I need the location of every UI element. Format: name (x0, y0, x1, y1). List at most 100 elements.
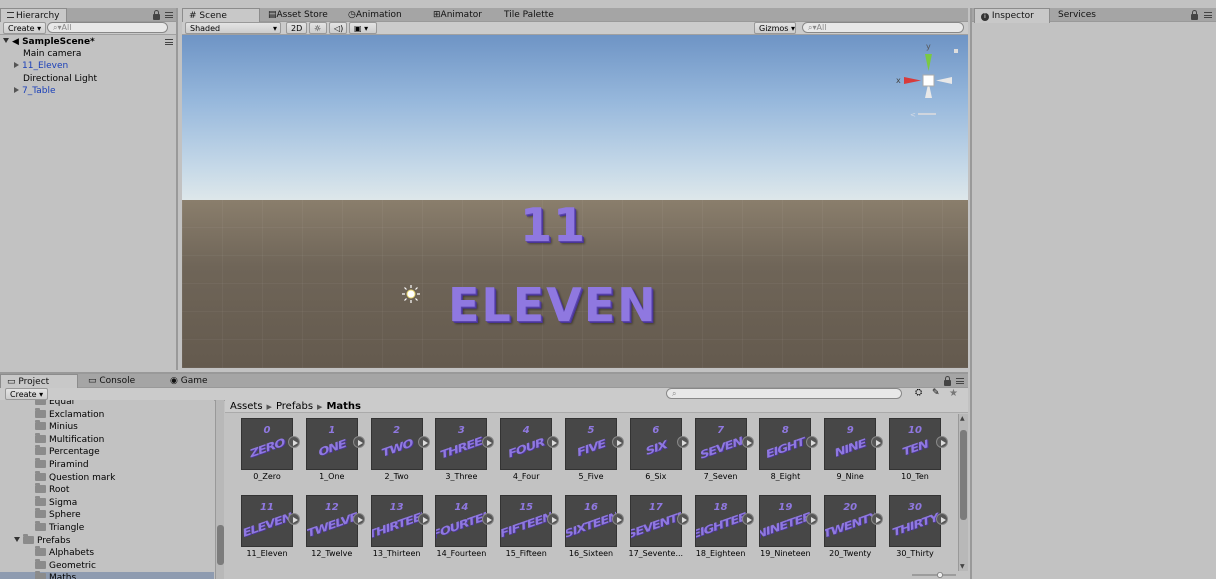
prefab-asset[interactable]: 0 ZERO 0_Zero (225, 414, 300, 481)
hierarchy-search-input[interactable]: ⌕▾All (47, 22, 168, 33)
folder-item[interactable]: Triangle (0, 521, 214, 535)
breadcrumb-separator-icon: ▶ (266, 403, 272, 411)
hierarchy-item[interactable]: Directional Light (0, 73, 176, 85)
scrollbar-thumb[interactable] (960, 430, 967, 520)
orientation-gizmo[interactable]: y x < (894, 40, 960, 122)
expand-arrow-icon[interactable] (14, 87, 19, 94)
thumbnail-word: SIX (645, 437, 667, 459)
scene-viewport[interactable]: 11 ELEVEN y x < (182, 35, 968, 368)
hierarchy-item[interactable]: 11_Eleven (0, 60, 176, 72)
prefab-asset[interactable]: 3 THREE 3_Three (419, 414, 495, 481)
prefab-asset[interactable]: 7 SEVEN 7_Seven (679, 414, 754, 481)
prefab-asset[interactable]: 2 TWO 2_Two (355, 414, 430, 481)
tab-project[interactable]: ▭ Project (0, 374, 78, 389)
breadcrumb-prefabs[interactable]: Prefabs (276, 401, 313, 412)
play-preview-icon[interactable] (936, 513, 948, 525)
breadcrumb-maths[interactable]: Maths (326, 401, 361, 412)
expand-arrow-icon[interactable] (14, 62, 19, 69)
lock-icon[interactable] (944, 376, 951, 386)
folder-item[interactable]: Alphabets (0, 546, 214, 560)
tab-tile-palette[interactable]: Tile Palette (498, 8, 560, 22)
tab-services[interactable]: Services (1052, 8, 1102, 22)
scroll-down-icon[interactable]: ▼ (960, 563, 965, 570)
scene-object-number[interactable]: 11 (520, 198, 586, 252)
prefab-asset[interactable]: 18 EIGHTEEN 18_Eighteen (679, 491, 754, 558)
folder-item[interactable]: Sigma (0, 495, 214, 510)
scene-object-word[interactable]: ELEVEN (448, 278, 658, 332)
tab-console[interactable]: ▭ Console (82, 374, 141, 388)
scrollbar-thumb[interactable] (217, 525, 224, 565)
prefab-thumbnail: 19 NINETEEN (759, 495, 812, 547)
tab-animator[interactable]: ⊞Animator (427, 8, 488, 22)
2d-toggle[interactable]: 2D (286, 22, 308, 34)
panel-menu-icon[interactable] (165, 12, 173, 18)
lighting-toggle[interactable]: ☼ (309, 22, 327, 34)
assets-scrollbar[interactable]: ▲ ▼ (958, 414, 968, 571)
prefab-asset[interactable]: 10 TEN 10_Ten (873, 414, 948, 481)
thumbnail-size-slider[interactable] (912, 572, 956, 578)
panel-menu-icon[interactable] (956, 378, 964, 384)
prefab-asset[interactable]: 4 FOUR 4_Four (484, 414, 560, 481)
folder-item[interactable]: Equal (0, 400, 214, 409)
prefab-asset[interactable]: 5 FIVE 5_Five (549, 414, 624, 481)
folder-item[interactable]: Prefabs (0, 533, 214, 548)
prefab-asset[interactable]: 8 EIGHT 8_Eight (743, 414, 819, 481)
effects-dropdown[interactable]: ▣ ▾ (349, 22, 377, 34)
create-button[interactable]: Create ▾ (3, 22, 47, 34)
project-search-input[interactable]: ⌕ (666, 388, 902, 399)
folder-item[interactable]: Multification (0, 432, 214, 447)
tab-inspector[interactable]: i Inspector (974, 8, 1050, 23)
prefab-asset[interactable]: 12 TWELVE 12_Twelve (290, 491, 365, 558)
scene-root-row[interactable]: ◀ SampleScene* (0, 36, 176, 48)
folder-item[interactable]: Sphere (0, 508, 214, 522)
scene-menu-icon[interactable] (165, 39, 173, 45)
breadcrumb: Assets ▶ Prefabs ▶ Maths (225, 400, 968, 413)
favorite-star-icon[interactable]: ★ (949, 388, 958, 399)
lock-icon[interactable] (1191, 10, 1198, 20)
gizmos-dropdown[interactable]: Gizmos ▾ (754, 22, 796, 34)
tab-hierarchy[interactable]: Hierarchy (0, 8, 67, 23)
prefab-asset[interactable]: 19 NINETEEN 19_Nineteen (743, 491, 819, 558)
scroll-up-icon[interactable]: ▲ (960, 415, 965, 422)
prefab-asset[interactable]: 6 SIX 6_Six (614, 414, 689, 481)
prefab-asset[interactable]: 14 FOURTEEN 14_Fourteen (419, 491, 495, 558)
hierarchy-item[interactable]: 7_Table (0, 85, 176, 97)
audio-toggle[interactable]: ◁) (329, 22, 347, 34)
folder-tree-scrollbar[interactable] (215, 400, 224, 579)
tab-asset-store[interactable]: ▤Asset Store (262, 8, 334, 22)
tab-animation[interactable]: ◷Animation (342, 8, 408, 22)
breadcrumb-assets[interactable]: Assets (230, 401, 263, 412)
expand-arrow-icon[interactable] (3, 38, 9, 43)
folder-item[interactable]: Question mark (0, 470, 214, 485)
folder-item[interactable]: Percentage (0, 445, 214, 459)
directional-light-icon[interactable] (402, 285, 420, 303)
folder-item[interactable]: Piramind (0, 458, 214, 472)
scene-search-input[interactable]: ⌕▾All (802, 22, 964, 33)
lock-icon[interactable] (153, 10, 160, 20)
tab-game[interactable]: ◉ Game (164, 374, 214, 388)
prefab-asset[interactable]: 30 THIRTY 30_Thirty (873, 491, 948, 558)
expand-arrow-icon[interactable] (14, 536, 20, 542)
filter-by-type-icon[interactable]: ⛭ (915, 388, 922, 398)
folder-item[interactable]: Maths (0, 571, 214, 579)
prefab-asset[interactable]: 17 SEVENTEEN 17_Sevente... (614, 491, 689, 558)
shading-mode-dropdown[interactable]: Shaded ▾ (185, 22, 281, 34)
prefab-asset[interactable]: 9 NINE 9_Nine (808, 414, 884, 481)
prefab-asset[interactable]: 13 THIRTEEN 13_Thirteen (355, 491, 430, 558)
folder-item[interactable]: Minius (0, 420, 214, 434)
folder-item[interactable]: Exclamation (0, 407, 214, 422)
play-preview-icon[interactable] (936, 436, 948, 448)
folder-item[interactable]: Geometric (0, 558, 214, 573)
folder-icon (35, 400, 46, 405)
hierarchy-item[interactable]: Main camera (0, 48, 176, 60)
prefab-asset[interactable]: 16 SIXTEEN 16_Sixteen (549, 491, 624, 558)
create-button[interactable]: Create ▾ (5, 388, 49, 400)
panel-menu-icon[interactable] (1204, 12, 1212, 18)
filter-by-label-icon[interactable]: ✎ (932, 388, 940, 398)
prefab-asset[interactable]: 15 FIFTEEN 15_Fifteen (484, 491, 560, 558)
folder-item[interactable]: Root (0, 483, 214, 497)
prefab-asset[interactable]: 1 ONE 1_One (290, 414, 365, 481)
prefab-asset[interactable]: 20 TWENTY 20_Twenty (808, 491, 884, 558)
tab-scene[interactable]: # Scene (182, 8, 260, 23)
prefab-asset[interactable]: 11 ELEVEN 11_Eleven (225, 491, 300, 558)
